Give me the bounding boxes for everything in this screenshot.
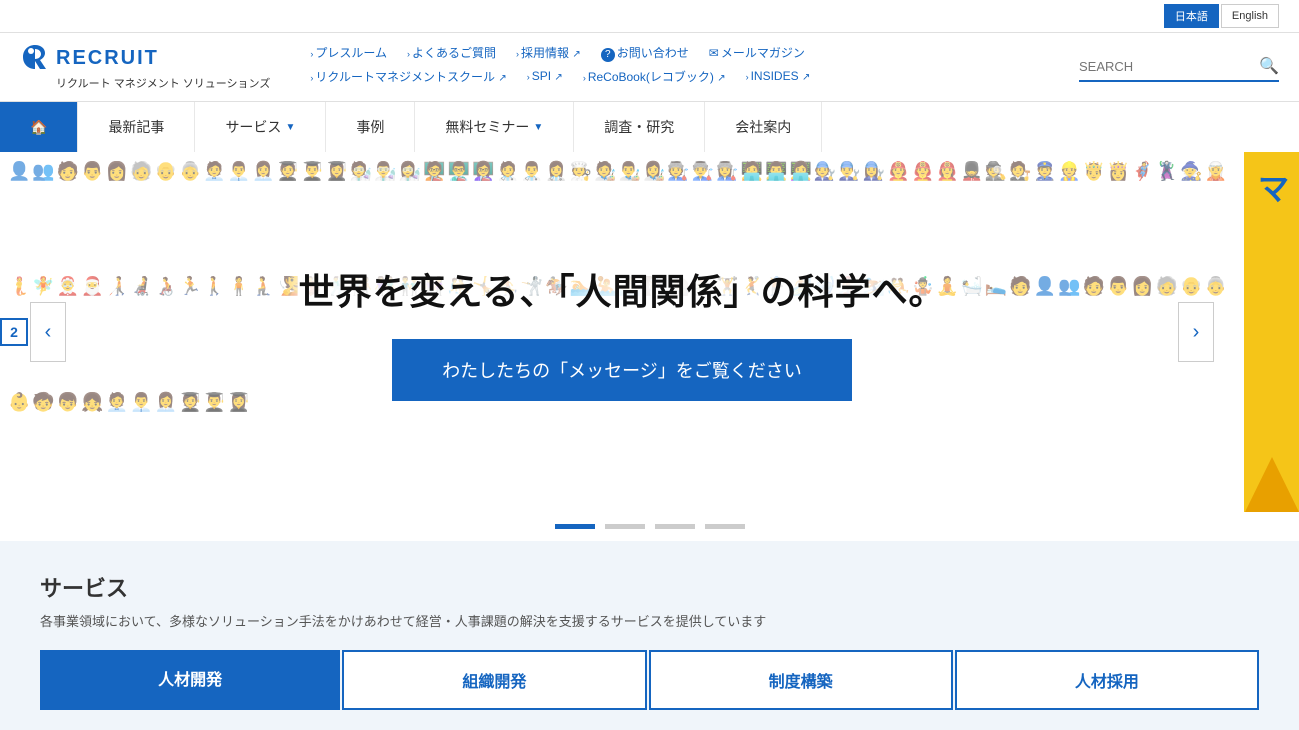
nav-services[interactable]: サービス ▼ xyxy=(195,102,326,152)
nav-research[interactable]: 調査・研究 xyxy=(574,102,705,152)
nav-home[interactable]: 🏠 xyxy=(0,102,78,152)
search-icon[interactable]: 🔍 xyxy=(1259,56,1279,76)
services-description: 各事業領域において、多様なソリューション手法をかけあわせて経営・人事課題の解決を… xyxy=(40,611,1259,630)
nav-news[interactable]: 最新記事 xyxy=(78,102,195,152)
next-slide-button[interactable]: › xyxy=(1178,302,1214,362)
search-input[interactable] xyxy=(1079,59,1259,74)
site-header: RECRUIT リクルート マネジメント ソリューションズ ›プレスルーム ›よ… xyxy=(0,33,1299,101)
contact-link[interactable]: ?お問い合わせ xyxy=(601,44,689,62)
indicator-1[interactable] xyxy=(555,524,595,529)
hero-content: 世界を変える、「人間関係」の科学へ。 わたしたちの「メッセージ」をご覧ください xyxy=(299,263,946,401)
faq-link[interactable]: ›よくあるご質問 xyxy=(407,44,496,61)
hero-slider: 2 👤👥🧑👨👩🧓👴👵 🧑‍💼👨‍💼👩‍💼🧑‍🎓👨‍🎓👩‍🎓🧑‍🔬👨‍🔬 👩‍🔬🧑… xyxy=(0,152,1299,512)
spi-link[interactable]: ›SPI ↗ xyxy=(527,69,563,83)
services-arrow: ▼ xyxy=(285,122,295,133)
service-hr-dev[interactable]: 人材開発 xyxy=(40,650,340,710)
service-system[interactable]: 制度構築 xyxy=(649,650,953,710)
logo-icon xyxy=(20,43,50,73)
logo-top: RECRUIT xyxy=(20,43,270,73)
service-org-dev[interactable]: 組織開発 xyxy=(342,650,646,710)
insides-link[interactable]: ›INSIDES ↗ xyxy=(746,69,811,83)
language-bar: 日本語 English xyxy=(0,0,1299,33)
search-area: 🔍 xyxy=(1079,52,1279,82)
logo-subtitle: リクルート マネジメント ソリューションズ xyxy=(56,75,270,91)
logo-brand: RECRUIT xyxy=(56,47,159,70)
mail-link[interactable]: ✉メールマガジン xyxy=(709,44,805,61)
seminar-arrow: ▼ xyxy=(533,122,543,133)
nav-seminar[interactable]: 無料セミナー ▼ xyxy=(415,102,574,152)
logo-area: RECRUIT リクルート マネジメント ソリューションズ xyxy=(20,43,270,91)
services-title: サービス xyxy=(40,571,1259,603)
indicator-2[interactable] xyxy=(605,524,645,529)
side-label: マ xyxy=(1249,172,1295,204)
top-nav-row2: ›リクルートマネジメントスクール ↗ ›SPI ↗ ›ReCoBook(レコブッ… xyxy=(310,68,1079,85)
slide-indicators xyxy=(0,512,1299,541)
service-cards: 人材開発 組織開発 制度構築 人材採用 xyxy=(40,650,1259,710)
recruit-link[interactable]: ›採用情報 ↗ xyxy=(516,44,581,61)
recobook-link[interactable]: ›ReCoBook(レコブック) ↗ xyxy=(583,68,726,85)
hero-title: 世界を変える、「人間関係」の科学へ。 xyxy=(299,263,946,315)
prev-slide-button[interactable]: ‹ xyxy=(30,302,66,362)
press-link[interactable]: ›プレスルーム xyxy=(310,44,387,61)
top-nav-row1: ›プレスルーム ›よくあるご質問 ›採用情報 ↗ ?お問い合わせ ✉メールマガジ… xyxy=(310,44,1079,62)
services-section: サービス 各事業領域において、多様なソリューション手法をかけあわせて経営・人事課… xyxy=(0,541,1299,730)
lang-english[interactable]: English xyxy=(1221,4,1279,28)
indicator-4[interactable] xyxy=(705,524,745,529)
main-nav: 🏠 最新記事 サービス ▼ 事例 無料セミナー ▼ 調査・研究 会社案内 xyxy=(0,101,1299,152)
nav-cases[interactable]: 事例 xyxy=(326,102,415,152)
school-link[interactable]: ›リクルートマネジメントスクール ↗ xyxy=(310,68,506,85)
lang-japanese[interactable]: 日本語 xyxy=(1164,4,1219,28)
side-triangle xyxy=(1245,457,1299,512)
hero-main: 👤👥🧑👨👩🧓👴👵 🧑‍💼👨‍💼👩‍💼🧑‍🎓👨‍🎓👩‍🎓🧑‍🔬👨‍🔬 👩‍🔬🧑‍🏫… xyxy=(0,152,1244,512)
lang-switcher: 日本語 English xyxy=(1164,4,1279,28)
nav-company[interactable]: 会社案内 xyxy=(705,102,822,152)
indicator-3[interactable] xyxy=(655,524,695,529)
hero-side-panel: マ xyxy=(1244,152,1299,512)
home-icon: 🏠 xyxy=(30,119,47,136)
slide-badge: 2 xyxy=(0,318,28,346)
service-hiring[interactable]: 人材採用 xyxy=(955,650,1259,710)
top-nav: ›プレスルーム ›よくあるご質問 ›採用情報 ↗ ?お問い合わせ ✉メールマガジ… xyxy=(310,44,1079,91)
hero-button[interactable]: わたしたちの「メッセージ」をご覧ください xyxy=(392,339,852,401)
